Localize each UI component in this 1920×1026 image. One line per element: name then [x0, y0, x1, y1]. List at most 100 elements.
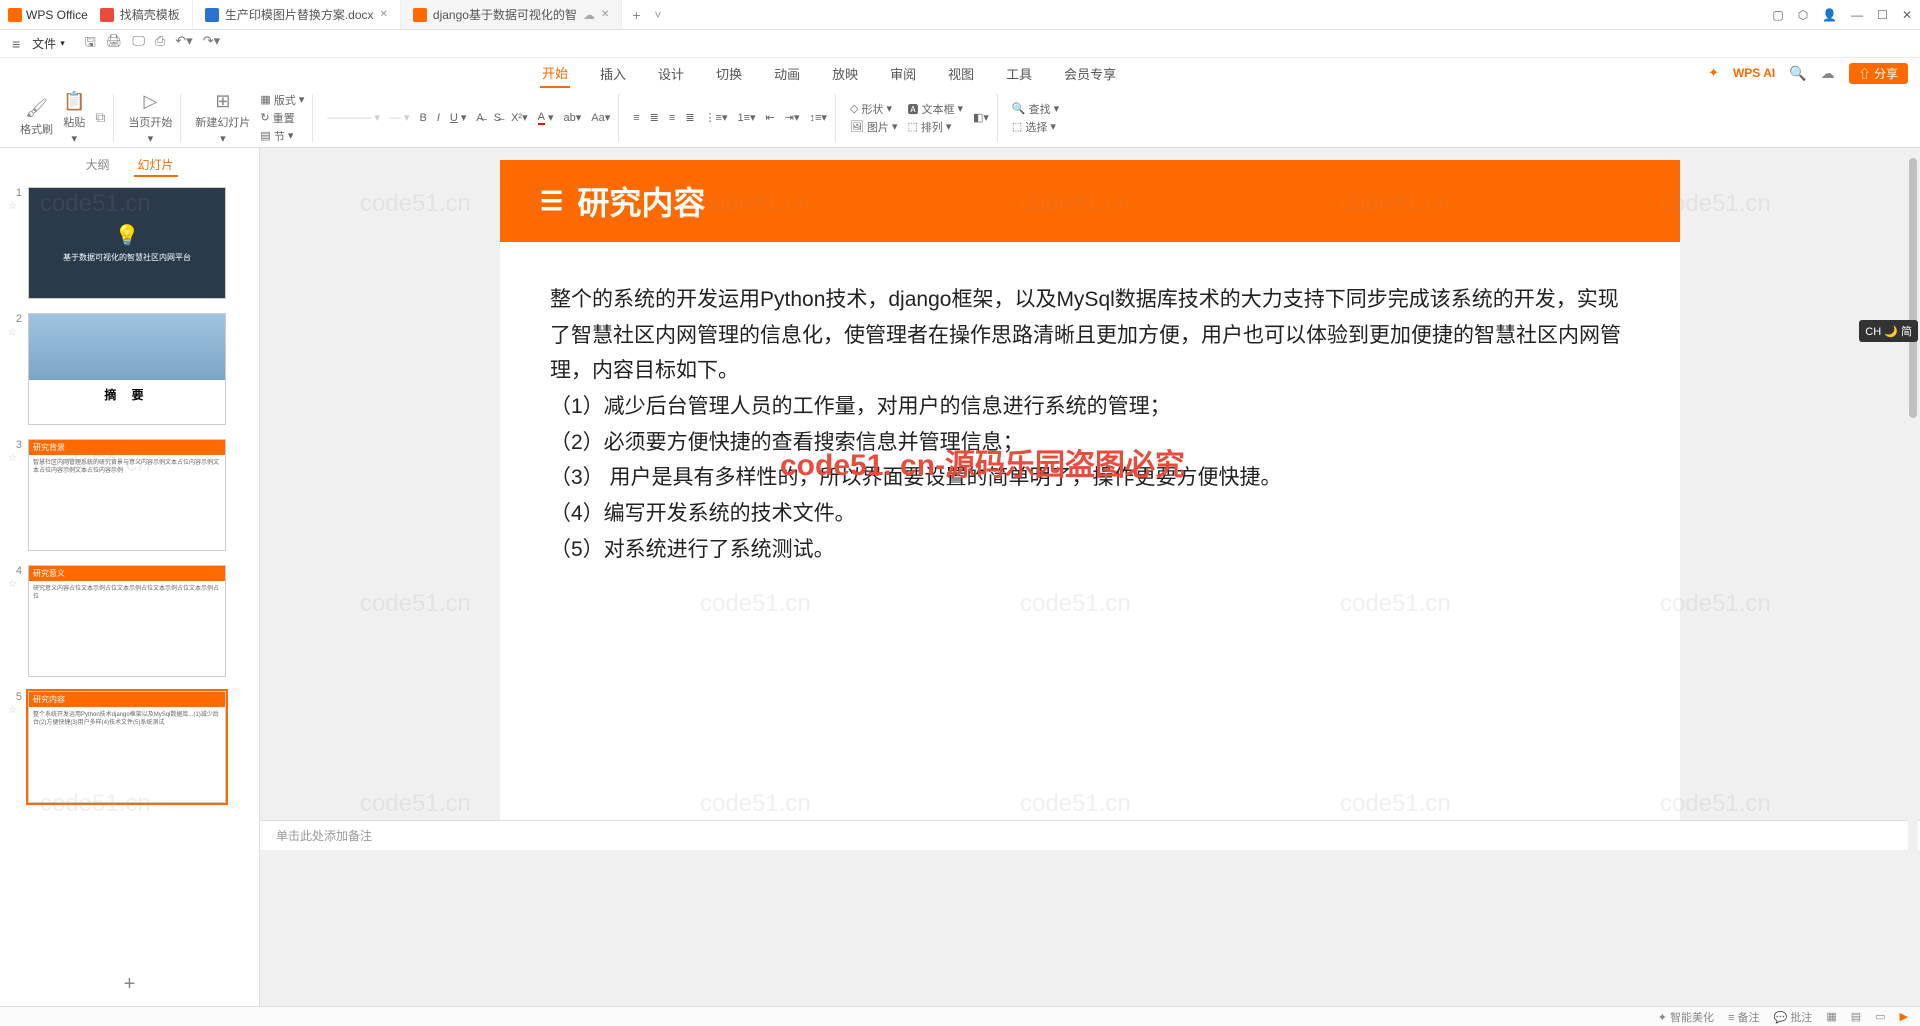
tab-template[interactable]: 找稿壳模板: [88, 0, 193, 29]
ppt-icon: [413, 8, 427, 22]
thumbnails[interactable]: 1☆ 💡基于数据可视化的智慧社区内网平台 2☆ 摘 要 3☆ 研究背景智慧社区内…: [0, 183, 259, 963]
fill-button[interactable]: ◧▾: [973, 111, 989, 124]
reset-button[interactable]: ↻ 重置: [260, 110, 304, 126]
save-icon[interactable]: 🖫: [85, 33, 96, 55]
app-logo: WPS Office: [8, 8, 88, 22]
beautify-button[interactable]: ✦ 智能美化: [1658, 1009, 1714, 1025]
paste-button[interactable]: 📋粘贴▾: [63, 91, 85, 145]
line-spacing-button[interactable]: ↕≡▾: [810, 111, 827, 124]
highlight-button[interactable]: ab▾: [564, 111, 582, 124]
section-button[interactable]: ▤ 节▾: [260, 128, 304, 144]
current-slide[interactable]: ☰ 研究内容 整个的系统的开发运用Python技术，django框架，以及MyS…: [500, 160, 1680, 820]
slide-body[interactable]: 整个的系统的开发运用Python技术，django框架，以及MySql数据库技术…: [500, 242, 1680, 608]
bold-button[interactable]: B: [420, 112, 427, 124]
ribbon-tabs: 开始 插入 设计 切换 动画 放映 审阅 视图 工具 会员专享 ✦WPS AI …: [0, 58, 1920, 88]
tab-slideshow[interactable]: 放映: [830, 60, 860, 87]
tab-view[interactable]: 视图: [946, 60, 976, 87]
menu-icon[interactable]: ≡: [12, 36, 20, 52]
new-slide-button[interactable]: ⊞新建幻灯片▾: [195, 91, 250, 145]
outline-tab[interactable]: 大纲: [81, 154, 113, 177]
font-color-button[interactable]: A▾: [538, 111, 554, 125]
textbox-button[interactable]: 🅰 文本框▾: [907, 101, 963, 117]
slide-item-5: （5）对系统进行了系统测试。: [550, 532, 1630, 568]
case-button[interactable]: Aa▾: [591, 111, 610, 124]
view-reading-icon[interactable]: ▭: [1875, 1010, 1885, 1023]
align-center-button[interactable]: ≣: [650, 111, 659, 124]
italic-button[interactable]: I: [437, 112, 440, 124]
cloud-icon[interactable]: ☁: [1821, 65, 1835, 82]
underline-button[interactable]: U▾: [450, 111, 466, 124]
numbering-button[interactable]: 1≡▾: [737, 111, 755, 124]
arrange-button[interactable]: ⬚ 排列▾: [907, 119, 963, 135]
notes-toggle[interactable]: ≡ 备注: [1728, 1009, 1759, 1025]
find-button[interactable]: 🔍 查找▾: [1012, 101, 1059, 117]
tab-animation[interactable]: 动画: [772, 60, 802, 87]
picture-button[interactable]: 🖼 图片▾: [850, 119, 898, 135]
format-brush-button[interactable]: 🖌格式刷: [20, 98, 53, 137]
thumb-4[interactable]: 研究意义研究意义内容占位文本示例占位文本示例占位文本示例占位文本示例占位: [28, 565, 226, 677]
share-button[interactable]: ⇧ 分享: [1849, 63, 1908, 84]
indent-inc-button[interactable]: ⇥▾: [785, 111, 800, 124]
select-button[interactable]: ⬚ 选择▾: [1012, 119, 1059, 135]
align-left-button[interactable]: ≡: [633, 112, 639, 124]
slide-item-1: （1）减少后台管理人员的工作量，对用户的信息进行系统的管理；: [550, 389, 1630, 425]
copy-icon[interactable]: ⧉: [95, 109, 105, 126]
font-select[interactable]: ———— ▾: [327, 111, 380, 124]
from-current-button[interactable]: ▷当页开始▾: [128, 91, 172, 145]
word-icon: [205, 8, 219, 22]
undo-icon[interactable]: ↶▾: [175, 33, 192, 55]
notes-field[interactable]: 单击此处添加备注: [260, 820, 1920, 850]
thumb-2[interactable]: 摘 要: [28, 313, 226, 425]
comments-toggle[interactable]: 💬 批注: [1774, 1009, 1813, 1025]
view-sorter-icon[interactable]: ▤: [1851, 1010, 1861, 1023]
scrollbar-vertical[interactable]: [1908, 148, 1918, 986]
align-right-button[interactable]: ≡: [669, 112, 675, 124]
sync-icon: ☁: [583, 8, 595, 22]
tab-transition[interactable]: 切换: [714, 60, 744, 87]
user-icon[interactable]: 👤: [1822, 8, 1837, 22]
close-icon[interactable]: ✕: [380, 9, 388, 20]
superscript-button[interactable]: X²▾: [511, 111, 528, 124]
minimize-button[interactable]: —: [1851, 8, 1863, 22]
indent-dec-button[interactable]: ⇤: [766, 111, 775, 124]
export-icon[interactable]: ⎙: [155, 33, 165, 55]
font-size[interactable]: — ▾: [390, 111, 410, 124]
tab-docx[interactable]: 生产印模图片替换方案.docx ✕: [193, 0, 401, 29]
close-icon[interactable]: ✕: [601, 9, 609, 20]
strike-button[interactable]: A̶: [476, 112, 483, 124]
tab-review[interactable]: 审阅: [888, 60, 918, 87]
tab-design[interactable]: 设计: [656, 60, 686, 87]
maximize-button[interactable]: ☐: [1877, 8, 1888, 22]
layout-icon[interactable]: ▢: [1772, 8, 1783, 22]
thumb-1[interactable]: 💡基于数据可视化的智慧社区内网平台: [28, 187, 226, 299]
preview-icon[interactable]: 🖵: [132, 33, 145, 55]
thumb-5[interactable]: 研究内容整个系统开发运用Python技术django框架以及MySql数据库..…: [28, 691, 226, 803]
search-icon[interactable]: 🔍: [1789, 65, 1806, 82]
tab-tools[interactable]: 工具: [1004, 60, 1034, 87]
tab-member[interactable]: 会员专享: [1062, 60, 1118, 87]
redo-icon[interactable]: ↷▾: [203, 33, 220, 55]
add-slide-button[interactable]: +: [0, 963, 259, 1006]
add-tab-button[interactable]: +: [622, 7, 650, 23]
wps-ai-button[interactable]: WPS AI: [1733, 66, 1775, 80]
align-justify-button[interactable]: ≣: [685, 111, 694, 124]
tab-insert[interactable]: 插入: [598, 60, 628, 87]
thumb-3[interactable]: 研究背景智慧社区内网管理系统的研究背景与意义内容示例文本占位内容示例文本占位内容…: [28, 439, 226, 551]
cube-icon[interactable]: ⬡: [1798, 8, 1808, 22]
strikethrough-button[interactable]: S̶: [494, 112, 501, 124]
tab-home[interactable]: 开始: [540, 59, 570, 88]
language-badge[interactable]: CH 🌙 简: [1859, 320, 1918, 342]
close-button[interactable]: ✕: [1902, 8, 1912, 22]
file-menu[interactable]: 文件▾: [32, 35, 65, 52]
layout-button[interactable]: ▦ 版式▾: [260, 92, 304, 108]
shape-button[interactable]: ◇ 形状▾: [850, 101, 898, 117]
bullets-button[interactable]: ⋮≡▾: [705, 111, 728, 124]
slide-item-4: （4）编写开发系统的技术文件。: [550, 496, 1630, 532]
tab-ppt[interactable]: django基于数据可视化的智 ☁ ✕: [401, 0, 622, 29]
slide-paragraph: 整个的系统的开发运用Python技术，django框架，以及MySql数据库技术…: [550, 282, 1630, 389]
slides-tab[interactable]: 幻灯片: [134, 154, 178, 177]
print-icon[interactable]: 🖨: [106, 33, 123, 55]
chevron-down-icon[interactable]: ˅: [655, 8, 662, 22]
view-normal-icon[interactable]: ▦: [1826, 1010, 1836, 1023]
view-slideshow-icon[interactable]: ▶: [1900, 1010, 1908, 1023]
